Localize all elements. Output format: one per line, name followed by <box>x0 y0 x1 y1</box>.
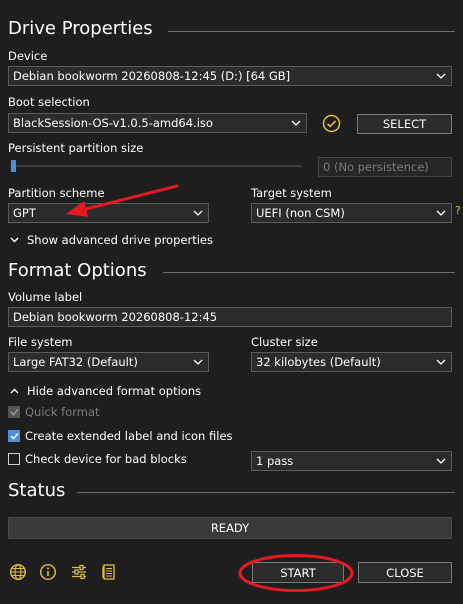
log-icon[interactable] <box>99 562 119 582</box>
bad-blocks-label: Check device for bad blocks <box>25 452 187 466</box>
chevron-down-icon <box>436 458 446 464</box>
bad-blocks-checkbox[interactable]: Check device for bad blocks <box>8 452 187 466</box>
checkbox-box <box>8 406 20 418</box>
annotation-arrow <box>66 184 179 217</box>
chevron-down-icon <box>193 210 203 216</box>
target-system-label: Target system <box>251 186 332 200</box>
checkbox-box <box>8 430 20 442</box>
hide-advanced-format-toggle[interactable]: Hide advanced format options <box>10 384 201 398</box>
file-system-value: Large FAT32 (Default) <box>13 355 138 369</box>
info-icon[interactable] <box>38 562 58 582</box>
target-system-dropdown[interactable]: UEFI (non CSM) <box>251 203 452 223</box>
checkmark-icon <box>9 432 19 440</box>
checkbox-box <box>8 453 20 465</box>
hide-advanced-format-label: Hide advanced format options <box>27 384 202 398</box>
section-divider <box>77 492 455 493</box>
check-circle-icon <box>322 114 341 133</box>
show-advanced-drive-toggle[interactable]: Show advanced drive properties <box>10 233 213 247</box>
chevron-down-icon <box>436 210 446 216</box>
cluster-size-value: 32 kilobytes (Default) <box>256 355 381 369</box>
file-system-dropdown[interactable]: Large FAT32 (Default) <box>8 352 209 372</box>
persistent-size-input[interactable]: 0 (No persistence) <box>318 157 452 177</box>
boot-selection-label: Boot selection <box>8 95 90 109</box>
annotation-ellipse <box>238 554 354 592</box>
extended-label-text: Create extended label and icon files <box>25 429 233 443</box>
cluster-size-dropdown[interactable]: 32 kilobytes (Default) <box>251 352 452 372</box>
partition-scheme-value: GPT <box>13 206 36 220</box>
persistent-slider-track[interactable] <box>10 165 302 167</box>
persistent-size-label: Persistent partition size <box>8 141 144 155</box>
chevron-up-icon <box>10 388 19 394</box>
persistent-slider-thumb[interactable] <box>11 160 16 172</box>
show-advanced-drive-label: Show advanced drive properties <box>27 233 213 247</box>
device-value: Debian bookworm 20260808-12:45 (D:) [64 … <box>13 69 291 83</box>
volume-label-label: Volume label <box>8 290 83 304</box>
cluster-size-label: Cluster size <box>251 335 318 349</box>
target-system-value: UEFI (non CSM) <box>256 206 345 220</box>
boot-selection-value: BlackSession-OS-v1.0.5-amd64.iso <box>13 116 213 130</box>
chevron-down-icon <box>10 237 19 243</box>
extended-label-checkbox[interactable]: Create extended label and icon files <box>8 429 233 443</box>
section-title-status: Status <box>8 480 66 501</box>
device-label: Device <box>8 49 48 63</box>
bad-blocks-passes-dropdown[interactable]: 1 pass <box>251 451 452 471</box>
close-button[interactable]: CLOSE <box>358 562 452 583</box>
chevron-down-icon <box>193 359 203 365</box>
section-divider <box>163 272 455 273</box>
select-button[interactable]: SELECT <box>357 114 452 134</box>
chevron-down-icon <box>436 73 446 79</box>
file-system-label: File system <box>8 335 73 349</box>
boot-selection-dropdown[interactable]: BlackSession-OS-v1.0.5-amd64.iso <box>8 113 307 133</box>
quick-format-label: Quick format <box>25 405 100 419</box>
globe-icon[interactable] <box>8 562 28 582</box>
target-system-help-icon[interactable]: ? <box>455 204 461 217</box>
quick-format-checkbox[interactable]: Quick format <box>8 405 100 419</box>
device-dropdown[interactable]: Debian bookworm 20260808-12:45 (D:) [64 … <box>8 66 452 86</box>
chevron-down-icon <box>436 359 446 365</box>
volume-label-input[interactable]: Debian bookworm 20260808-12:45 <box>8 307 452 327</box>
settings-sliders-icon[interactable] <box>69 562 89 582</box>
status-bar: READY <box>8 517 452 539</box>
chevron-down-icon <box>291 120 301 126</box>
passes-value: 1 pass <box>256 454 294 468</box>
section-divider <box>168 31 455 32</box>
section-title-format-options: Format Options <box>8 260 147 281</box>
section-title-drive-properties: Drive Properties <box>8 18 153 39</box>
checkmark-icon <box>9 408 19 416</box>
